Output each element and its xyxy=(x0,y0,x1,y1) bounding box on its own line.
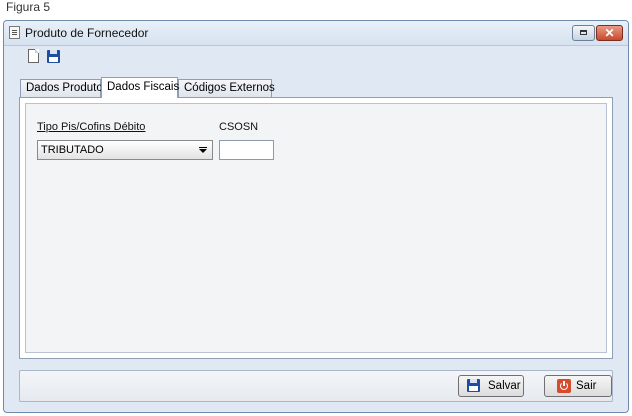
window-title: Produto de Fornecedor xyxy=(25,26,149,40)
power-icon xyxy=(557,379,571,393)
floppy-icon xyxy=(467,379,480,392)
save-button-label: Salvar xyxy=(488,380,521,392)
new-document-icon[interactable] xyxy=(27,49,41,64)
exit-button-label: Sair xyxy=(576,380,597,392)
pis-cofins-label: Tipo Pis/Cofins Débito xyxy=(37,121,146,133)
restore-icon xyxy=(580,30,587,35)
button-bar: Salvar Sair xyxy=(19,370,613,402)
fiscal-form: Tipo Pis/Cofins Débito CSOSN TRIBUTADO xyxy=(25,103,607,353)
figure-caption: Figura 5 xyxy=(6,0,51,14)
pis-cofins-select[interactable]: TRIBUTADO xyxy=(37,140,213,160)
window-app-icon xyxy=(9,26,20,39)
exit-button[interactable]: Sair xyxy=(544,375,612,397)
window: Produto de Fornecedor ✕ Dados Produto Da… xyxy=(3,20,629,413)
title-bar[interactable]: Produto de Fornecedor ✕ xyxy=(4,21,628,46)
save-button[interactable]: Salvar xyxy=(458,375,524,397)
csosn-input[interactable] xyxy=(219,140,274,160)
tab-dados-fiscais[interactable]: Dados Fiscais xyxy=(101,77,179,98)
save-icon[interactable] xyxy=(47,49,61,64)
tab-codigos-externos[interactable]: Códigos Externos xyxy=(178,79,275,97)
chevron-down-icon xyxy=(199,147,207,153)
restore-button[interactable] xyxy=(572,25,595,41)
close-button[interactable]: ✕ xyxy=(596,25,623,41)
tab-dados-produto[interactable]: Dados Produto xyxy=(20,79,103,97)
pis-cofins-selected-value: TRIBUTADO xyxy=(41,144,104,156)
csosn-label: CSOSN xyxy=(219,121,259,133)
tab-panel: Tipo Pis/Cofins Débito CSOSN TRIBUTADO xyxy=(19,97,613,359)
